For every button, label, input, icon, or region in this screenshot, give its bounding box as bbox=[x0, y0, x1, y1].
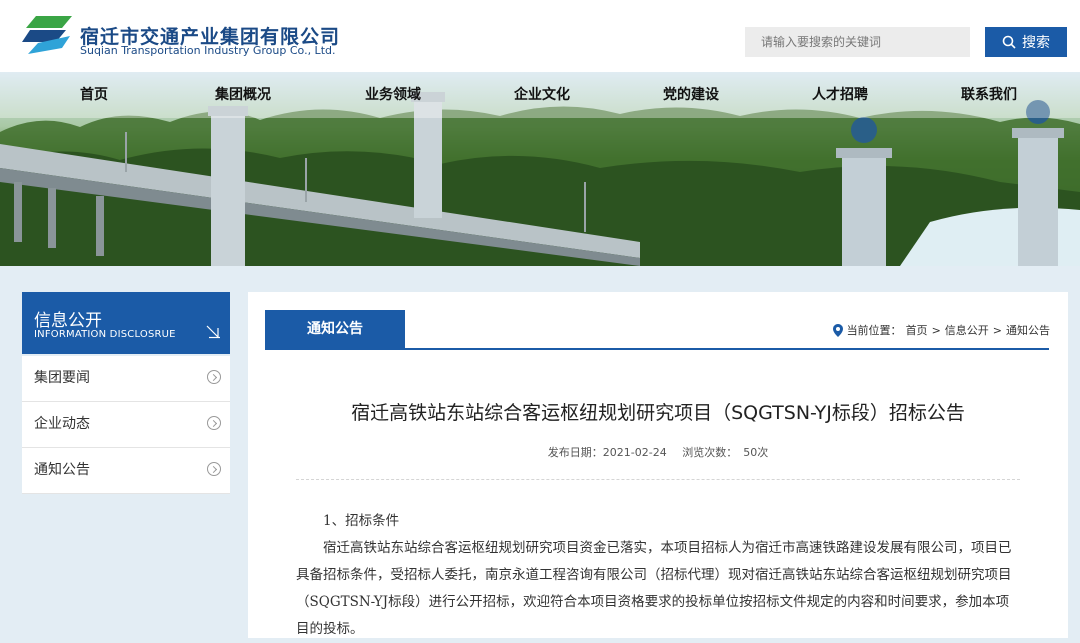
search-button[interactable]: 搜索 bbox=[985, 27, 1067, 57]
chevron-right-icon bbox=[207, 370, 221, 384]
publish-date-label: 发布日期： bbox=[547, 446, 603, 459]
main-content-panel: 通知公告 当前位置： 首页 > 信息公开 > 通知公告 宿迁高铁站东站综合客运枢… bbox=[248, 292, 1068, 638]
logo-mark-icon bbox=[22, 16, 72, 54]
search-icon bbox=[1002, 35, 1016, 49]
article-divider bbox=[296, 479, 1020, 480]
article-title: 宿迁高铁站东站综合客运枢纽规划研究项目（SQGTSN-YJ标段）招标公告 bbox=[351, 402, 965, 424]
sidebar-item-label: 通知公告 bbox=[34, 462, 90, 478]
view-count-value: 50次 bbox=[743, 446, 769, 459]
breadcrumb-link-notices[interactable]: 通知公告 bbox=[1006, 322, 1050, 338]
view-count-label: 浏览次数： bbox=[682, 446, 738, 459]
nav-item-party[interactable]: 党的建设 bbox=[663, 72, 719, 118]
breadcrumb-prefix: 当前位置： bbox=[846, 324, 902, 337]
sidebar-header: 信息公开 INFORMATION DISCLOSRUE bbox=[22, 292, 230, 354]
sidebar-list: 集团要闻 企业动态 通知公告 bbox=[22, 356, 230, 494]
view-count: 浏览次数： 50次 bbox=[682, 446, 768, 459]
breadcrumb-link-home[interactable]: 首页 bbox=[906, 322, 928, 338]
section-heading: 1、招标条件 bbox=[323, 513, 400, 529]
sidebar-item-company-updates[interactable]: 企业动态 bbox=[22, 402, 230, 448]
breadcrumb-link-disclosure[interactable]: 信息公开 bbox=[945, 322, 989, 338]
sidebar-item-group-news[interactable]: 集团要闻 bbox=[22, 356, 230, 402]
nav-item-culture[interactable]: 企业文化 bbox=[514, 72, 570, 118]
arrow-down-right-icon bbox=[206, 325, 220, 339]
nav-item-home[interactable]: 首页 bbox=[80, 72, 108, 118]
publish-date-value: 2021-02-24 bbox=[602, 446, 667, 459]
nav-item-business[interactable]: 业务领域 bbox=[365, 72, 421, 118]
tab-underline bbox=[265, 348, 1049, 350]
chevron-right-icon bbox=[207, 416, 221, 430]
breadcrumb-separator: > bbox=[931, 323, 941, 337]
nav-item-contact[interactable]: 联系我们 bbox=[961, 72, 1017, 118]
article-meta: 发布日期：2021-02-24 浏览次数： 50次 bbox=[248, 444, 1068, 460]
search-button-label: 搜索 bbox=[1022, 35, 1050, 51]
chevron-right-icon bbox=[207, 462, 221, 476]
breadcrumb-separator: > bbox=[992, 323, 1002, 337]
sidebar-subtitle: INFORMATION DISCLOSRUE bbox=[34, 329, 176, 340]
sidebar-item-label: 集团要闻 bbox=[34, 370, 90, 386]
sidebar-item-label: 企业动态 bbox=[34, 416, 90, 432]
brand-name-en: Suqian Transportation Industry Group Co.… bbox=[80, 44, 336, 57]
publish-date: 发布日期：2021-02-24 bbox=[548, 446, 667, 459]
sidebar-item-notices[interactable]: 通知公告 bbox=[22, 448, 230, 494]
sidebar-title: 信息公开 bbox=[34, 311, 102, 331]
breadcrumb: 当前位置： 首页 > 信息公开 > 通知公告 bbox=[832, 322, 1050, 338]
main-nav: 首页 集团概况 业务领域 企业文化 党的建设 人才招聘 联系我们 bbox=[0, 72, 1080, 118]
nav-item-about[interactable]: 集团概况 bbox=[215, 72, 271, 118]
location-pin-icon bbox=[832, 323, 843, 337]
search-input[interactable] bbox=[745, 27, 970, 57]
tab-notices[interactable]: 通知公告 bbox=[265, 310, 405, 348]
site-logo[interactable]: 宿迁市交通产业集团有限公司 Suqian Transportation Indu… bbox=[22, 14, 339, 60]
nav-item-careers[interactable]: 人才招聘 bbox=[812, 72, 868, 118]
article-body: 1、招标条件 宿迁高铁站东站综合客运枢纽规划研究项目资金已落实，本项目招标人为宿… bbox=[296, 508, 1021, 643]
site-header: 宿迁市交通产业集团有限公司 Suqian Transportation Indu… bbox=[0, 0, 1080, 72]
article-paragraph: 宿迁高铁站东站综合客运枢纽规划研究项目资金已落实，本项目招标人为宿迁市高速铁路建… bbox=[296, 540, 1012, 637]
